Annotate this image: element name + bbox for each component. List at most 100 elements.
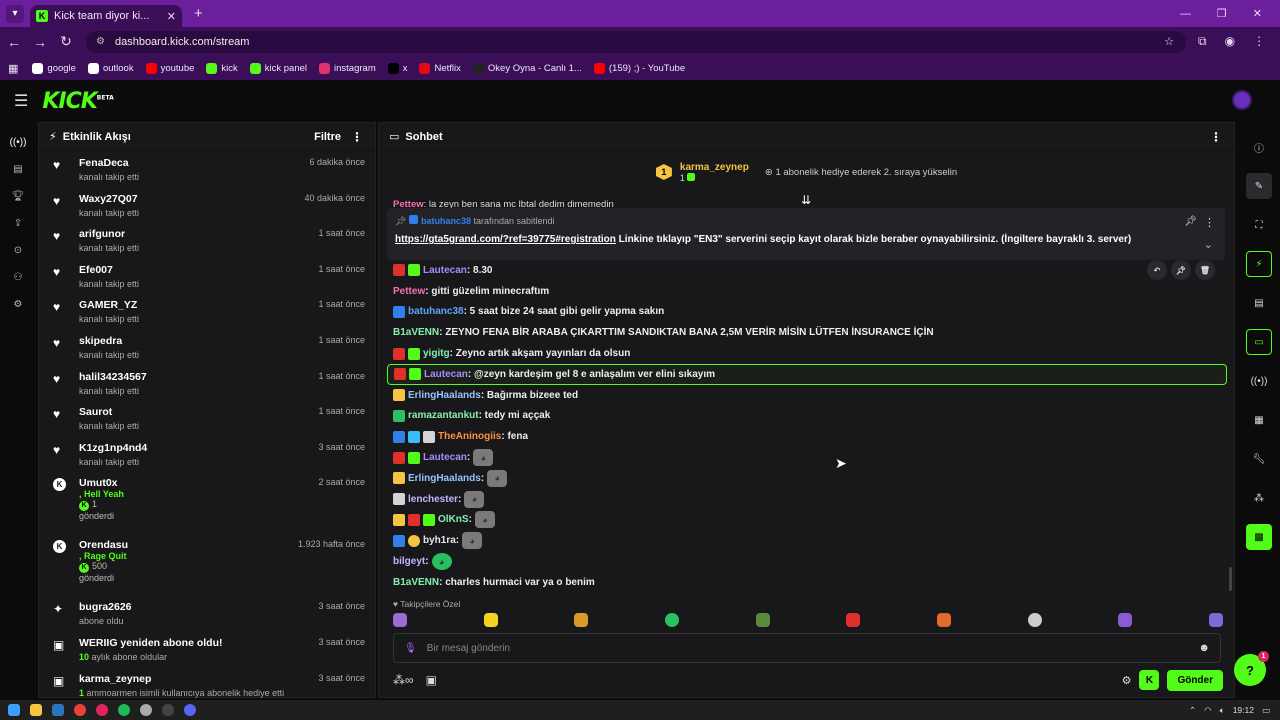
upload-icon[interactable]: ⇪ — [10, 215, 26, 231]
gift-box-icon[interactable]: ▣ — [426, 673, 437, 687]
robot-icon[interactable]: ⊙ — [10, 242, 26, 258]
trophy-icon[interactable]: 🏆︎ — [10, 188, 26, 204]
chat-message[interactable]: ErlingHaalands: Bağırma bizeee ted — [387, 385, 1227, 406]
settings-icon[interactable]: ⚙ — [10, 296, 26, 312]
minimize-icon[interactable]: — — [1180, 8, 1191, 20]
discord-icon[interactable] — [184, 704, 196, 716]
chat-username[interactable]: batuhanc38 — [408, 306, 464, 317]
activity-item[interactable]: ♥ Waxy27Q07 kanalı takip etti 40 dakika önc… — [47, 187, 367, 223]
unpin-icon[interactable]: 📌︎ — [1184, 216, 1197, 227]
emote-icon[interactable] — [846, 613, 861, 627]
site-info-icon[interactable]: ⚙ — [96, 36, 105, 47]
users-icon[interactable]: ⚇ — [10, 269, 26, 285]
chat-username[interactable]: Pettew — [393, 286, 425, 297]
chat-username[interactable]: Lautecan — [424, 369, 468, 380]
volume-icon[interactable]: 🔈︎ — [1220, 705, 1225, 716]
scroll-down-icon[interactable]: ⇊ — [801, 193, 811, 207]
broadcast-icon[interactable]: ((•)) — [1246, 368, 1272, 394]
emote-icon[interactable] — [1118, 613, 1133, 627]
sub-leader-banner[interactable]: 1 karma_zeynep 1 ⊛ 1 abonelik hediye ede… — [379, 151, 1234, 193]
gift-item[interactable]: K Umut0x, Hell Yeah K 1 gönderdi 2 saat önce — [47, 471, 367, 533]
url-field[interactable]: ⚙ dashboard.kick.com/stream ☆ — [86, 30, 1186, 53]
emote-icon[interactable] — [936, 613, 951, 627]
hamburger-menu-icon[interactable]: ☰ — [14, 91, 28, 111]
emote-icon[interactable] — [1027, 613, 1042, 627]
apps-grid-icon[interactable]: ▦ — [8, 62, 18, 75]
chat-username[interactable]: ramazantankut — [408, 410, 479, 421]
chat-username[interactable]: OlKnS — [438, 514, 469, 525]
bookmark-7[interactable]: Netflix — [419, 62, 461, 74]
bookmark-0[interactable]: google — [32, 62, 76, 74]
delete-icon[interactable]: 🗑︎ — [1195, 260, 1215, 280]
obs-icon[interactable] — [162, 704, 174, 716]
bookmark-4[interactable]: kick panel — [249, 62, 307, 74]
kick-emote-button[interactable]: K — [1139, 670, 1160, 690]
undo-icon[interactable]: ↶ — [1147, 260, 1167, 280]
chat-message[interactable]: Pettew: gitti güzelim minecraftım — [387, 281, 1227, 302]
fullscreen-icon[interactable]: ⛶ — [1246, 212, 1272, 238]
chat-message[interactable]: Lautecan: ◕ — [387, 447, 1227, 468]
restore-icon[interactable]: ❐ — [1217, 7, 1227, 20]
close-window-icon[interactable]: ✕ — [1253, 7, 1262, 20]
send-button[interactable]: Gönder — [1167, 669, 1223, 691]
clapper-icon[interactable]: ▩ — [1246, 524, 1272, 550]
bookmark-3[interactable]: kick — [206, 62, 238, 74]
back-icon[interactable]: ← — [2, 34, 26, 50]
chat-message[interactable]: batuhanc38: 5 saat bize 24 saat gibi gel… — [387, 302, 1227, 323]
chat-more-icon[interactable]: ⋮ — [1210, 130, 1222, 144]
bookmark-8[interactable]: Okey Oyna - Canlı 1... — [472, 62, 582, 74]
bookmark-1[interactable]: outlook — [87, 62, 134, 74]
new-tab-icon[interactable]: + — [194, 5, 203, 22]
edit-icon[interactable]: ✎ — [1246, 173, 1272, 199]
emoji-icon[interactable]: ☻ — [1198, 642, 1210, 654]
activity-item[interactable]: ♥ FenaDeca kanalı takip etti 6 dakika önce — [47, 151, 367, 187]
emote-icon[interactable] — [664, 613, 679, 627]
emote-icon[interactable] — [483, 613, 498, 627]
sub-item[interactable]: ▣ WERIIG yeniden abone oldu! 10 aylık abon… — [47, 631, 367, 667]
mic-icon[interactable]: 🎙︎ — [404, 643, 417, 654]
spotify-icon[interactable] — [118, 704, 130, 716]
activity-item[interactable]: ♥ skipedra kanalı takip etti 1 saat önce — [47, 329, 367, 365]
activity-item[interactable]: ♥ halil34234567 kanalı takip etti 1 saat ön… — [47, 365, 367, 401]
share-icon[interactable]: ⁂ — [1246, 485, 1272, 511]
activity-more-icon[interactable]: ⋮ — [351, 130, 363, 144]
pinned-more-icon[interactable]: ⋮ — [1204, 216, 1215, 229]
close-tab-icon[interactable]: ✕ — [167, 10, 176, 23]
chat-tool-icon[interactable]: ▭ — [1246, 329, 1272, 355]
notes-icon[interactable]: ▤ — [1246, 290, 1272, 316]
points-icon[interactable]: ⁂∞ — [393, 673, 414, 687]
sub-item[interactable]: ▣ karma_zeynep 1 ammoarmen isimli kullanıc… — [47, 667, 367, 699]
user-avatar[interactable] — [1232, 90, 1252, 110]
gift-item[interactable]: K Orendasu, Rage Quit K 500 gönderdi 1.923 ha… — [47, 533, 367, 595]
chat-message[interactable]: bilgeyt: ◕ — [387, 551, 1227, 572]
sub-item[interactable]: ✦ bugra2626 abone oldu 3 saat önce — [47, 595, 367, 631]
windows-start-icon[interactable] — [8, 704, 20, 716]
activity-item[interactable]: ♥ K1zg1np4nd4 kanalı takip etti 3 saat önce — [47, 436, 367, 472]
activity-item[interactable]: ♥ arifgunor kanalı takip etti 1 saat önce — [47, 222, 367, 258]
bookmark-9[interactable]: (159) ;) - YouTube — [593, 62, 685, 74]
chat-username[interactable]: Lautecan — [423, 452, 467, 463]
chat-username[interactable]: ErlingHaalands — [408, 390, 481, 401]
chat-message[interactable]: B1aVENN: charles hurmaci var ya o benim — [387, 572, 1227, 593]
reload-icon[interactable]: ↻ — [54, 33, 78, 50]
chat-username[interactable]: TheAninogiis — [438, 431, 501, 442]
chat-username[interactable]: ErlingHaalands — [408, 473, 481, 484]
chat-input[interactable]: 🎙︎ Bir mesaj gönderin ☻ — [393, 633, 1221, 663]
chevron-down-icon[interactable]: ⌄ — [1204, 238, 1213, 251]
chat-username[interactable]: Lautecan — [423, 265, 467, 276]
chat-username[interactable]: B1aVENN — [393, 577, 439, 588]
chat-message[interactable]: ramazantankut: tedy mi aççak — [387, 406, 1227, 427]
app-icon[interactable] — [96, 704, 108, 716]
chat-settings-icon[interactable]: ⚙ — [1122, 674, 1132, 687]
help-chat-button[interactable]: ? 1 — [1234, 651, 1269, 686]
chrome-icon[interactable] — [74, 704, 86, 716]
emote-icon[interactable] — [1208, 613, 1223, 627]
chat-message[interactable]: Lautecan: @zeyn kardeşim gel 8 e anlaşal… — [387, 363, 1227, 385]
notifications-icon[interactable]: ▭ — [1262, 705, 1270, 716]
bookmark-star-icon[interactable]: ☆ — [1164, 35, 1174, 48]
dashboard-icon[interactable]: ▤ — [10, 161, 26, 177]
chat-username[interactable]: yigitg — [423, 348, 450, 359]
file-explorer-icon[interactable] — [30, 704, 42, 716]
emote-icon[interactable] — [393, 613, 407, 627]
pin-icon[interactable]: 📌︎ — [1171, 260, 1191, 280]
